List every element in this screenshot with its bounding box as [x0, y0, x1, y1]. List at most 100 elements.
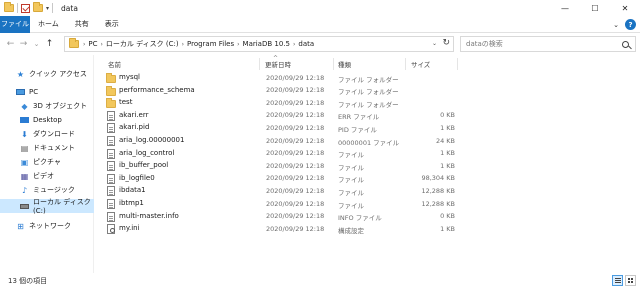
- sidebar-item-pc[interactable]: PC: [0, 85, 94, 99]
- sidebar-item-label: PC: [29, 88, 39, 96]
- file-type: ファイル: [338, 188, 364, 197]
- column-header-size[interactable]: サイズ: [411, 58, 430, 70]
- up-button[interactable]: ↑: [43, 36, 56, 52]
- table-row[interactable]: multi-master.info 2020/09/29 12:18 INFO ファ…: [95, 211, 535, 224]
- sidebar-item-label: ビデオ: [33, 172, 54, 180]
- sidebar-item-documents[interactable]: ▤ ドキュメント: [0, 141, 94, 155]
- details-view-button[interactable]: [612, 275, 623, 286]
- table-row[interactable]: akari.pid 2020/09/29 12:18 PID ファイル 1 KB: [95, 122, 535, 135]
- sidebar-item-3d-objects[interactable]: ◆ 3D オブジェクト: [0, 99, 94, 113]
- breadcrumb-local-disk[interactable]: ローカル ディスク (C:): [106, 39, 179, 49]
- expand-ribbon-icon[interactable]: ⌄: [613, 21, 619, 29]
- sidebar-item-desktop[interactable]: Desktop: [0, 113, 94, 127]
- large-icons-view-button[interactable]: [625, 275, 636, 286]
- search-input[interactable]: dataの検索: [466, 39, 622, 49]
- close-button[interactable]: ✕: [610, 0, 640, 16]
- folder-icon: [106, 85, 116, 96]
- breadcrumb-separator[interactable]: ›: [101, 41, 103, 48]
- file-type: PID ファイル: [338, 125, 377, 134]
- file-date: 2020/09/29 12:18: [266, 199, 325, 208]
- properties-icon[interactable]: [21, 3, 30, 13]
- breadcrumb-separator[interactable]: ›: [237, 41, 239, 48]
- column-header-type[interactable]: 種類: [338, 58, 351, 70]
- sidebar-item-network[interactable]: ⊞ ネットワーク: [0, 219, 94, 233]
- breadcrumb-program-files[interactable]: Program Files: [187, 40, 234, 48]
- folder-icon: [106, 98, 116, 109]
- customize-toolbar-icon[interactable]: ▾: [46, 5, 49, 12]
- file-name: aria_log_control: [119, 148, 175, 157]
- sidebar-item-local-disk[interactable]: ローカル ディスク (C:): [0, 198, 94, 215]
- search-box[interactable]: dataの検索: [460, 36, 636, 52]
- sidebar-item-pictures[interactable]: ▣ ピクチャ: [0, 155, 94, 169]
- file-date: 2020/09/29 12:18: [266, 136, 325, 145]
- file-name: ib_buffer_pool: [119, 161, 169, 170]
- refresh-icon[interactable]: ↻: [442, 38, 450, 48]
- column-header-date[interactable]: 更新日時: [265, 58, 291, 70]
- file-size: 1 KB: [440, 149, 455, 158]
- column-divider[interactable]: [333, 58, 334, 70]
- status-bar: 13 個の項目: [0, 273, 640, 288]
- file-name: ibtmp1: [119, 199, 144, 207]
- sidebar-item-quick-access[interactable]: ★ クイック アクセス: [0, 67, 94, 81]
- minimize-button[interactable]: —: [550, 0, 580, 16]
- file-name: mysql: [119, 73, 140, 81]
- table-row[interactable]: aria_log.00000001 2020/09/29 12:18 0000000…: [95, 135, 535, 148]
- address-bar[interactable]: › PC › ローカル ディスク (C:) › Program Files › …: [64, 36, 454, 52]
- breadcrumb-separator[interactable]: ›: [293, 41, 295, 48]
- drive-icon: [20, 202, 29, 211]
- desktop-icon: [20, 116, 29, 125]
- forward-button[interactable]: →: [17, 36, 30, 52]
- table-row[interactable]: ib_buffer_pool 2020/09/29 12:18 ファイル 1 KB: [95, 160, 535, 173]
- breadcrumb-separator[interactable]: ›: [83, 41, 85, 48]
- table-row[interactable]: performance_schema 2020/09/29 12:18 ファイル フ…: [95, 85, 535, 98]
- column-header-name[interactable]: 名前: [108, 58, 121, 70]
- help-icon[interactable]: ?: [625, 19, 636, 30]
- table-row[interactable]: my.ini 2020/09/29 12:18 構成設定 1 KB: [95, 223, 535, 236]
- tab-view[interactable]: 表示: [97, 16, 127, 33]
- breadcrumb-mariadb[interactable]: MariaDB 10.5: [243, 40, 290, 48]
- table-row[interactable]: ibdata1 2020/09/29 12:18 ファイル 12,288 KB: [95, 185, 535, 198]
- file-date: 2020/09/29 12:18: [266, 149, 325, 158]
- item-count: 13 個の項目: [8, 276, 48, 285]
- sidebar-item-downloads[interactable]: ⬇ ダウンロード: [0, 127, 94, 141]
- file-name: multi-master.info: [119, 211, 179, 220]
- sidebar-item-videos[interactable]: ▦ ビデオ: [0, 169, 94, 183]
- folder-icon: [4, 2, 14, 12]
- tab-file[interactable]: ファイル: [0, 15, 30, 33]
- table-row[interactable]: akari.err 2020/09/29 12:18 ERR ファイル 0 KB: [95, 110, 535, 123]
- file-name: akari.pid: [119, 123, 150, 132]
- maximize-button[interactable]: ☐: [580, 0, 610, 16]
- tab-share[interactable]: 共有: [67, 16, 97, 33]
- sidebar-item-label: ネットワーク: [29, 222, 71, 230]
- sidebar-item-label: ミュージック: [33, 186, 75, 194]
- file-name: my.ini: [119, 224, 140, 233]
- breadcrumb-pc[interactable]: PC: [88, 40, 97, 48]
- sidebar-item-music[interactable]: ♪ ミュージック: [0, 183, 94, 197]
- table-row[interactable]: ibtmp1 2020/09/29 12:18 ファイル 12,288 KB: [95, 198, 535, 211]
- table-row[interactable]: test 2020/09/29 12:18 ファイル フォルダー: [95, 97, 535, 110]
- download-icon: ⬇: [21, 129, 28, 139]
- table-row[interactable]: aria_log_control 2020/09/29 12:18 ファイル 1 KB: [95, 148, 535, 161]
- sidebar-item-label: ピクチャ: [33, 158, 61, 166]
- file-name: ib_logfile0: [119, 173, 155, 182]
- table-row[interactable]: mysql 2020/09/29 12:18 ファイル フォルダー: [95, 72, 535, 85]
- file-type: ファイル: [338, 176, 364, 185]
- sidebar-item-label: 3D オブジェクト: [33, 102, 88, 110]
- breadcrumb-separator[interactable]: ›: [182, 41, 184, 48]
- ribbon-tabs: ファイル ホーム 共有 表示 ⌄ ?: [0, 15, 640, 33]
- file-size: 0 KB: [440, 212, 455, 221]
- new-folder-icon[interactable]: [33, 2, 43, 12]
- back-button[interactable]: ←: [4, 36, 17, 52]
- column-divider[interactable]: [405, 58, 406, 70]
- address-dropdown-icon[interactable]: ⌄: [432, 40, 437, 47]
- tab-home[interactable]: ホーム: [30, 16, 67, 33]
- music-icon: ♪: [21, 185, 28, 195]
- star-icon: ★: [16, 69, 25, 79]
- column-divider[interactable]: [457, 58, 458, 70]
- table-row[interactable]: ib_logfile0 2020/09/29 12:18 ファイル 98,304 KB: [95, 173, 535, 186]
- file-icon: [107, 173, 115, 184]
- video-icon: ▦: [20, 171, 29, 181]
- breadcrumb-data[interactable]: data: [298, 40, 314, 48]
- recent-locations-button[interactable]: ⌄: [30, 36, 43, 52]
- column-divider[interactable]: [259, 58, 260, 70]
